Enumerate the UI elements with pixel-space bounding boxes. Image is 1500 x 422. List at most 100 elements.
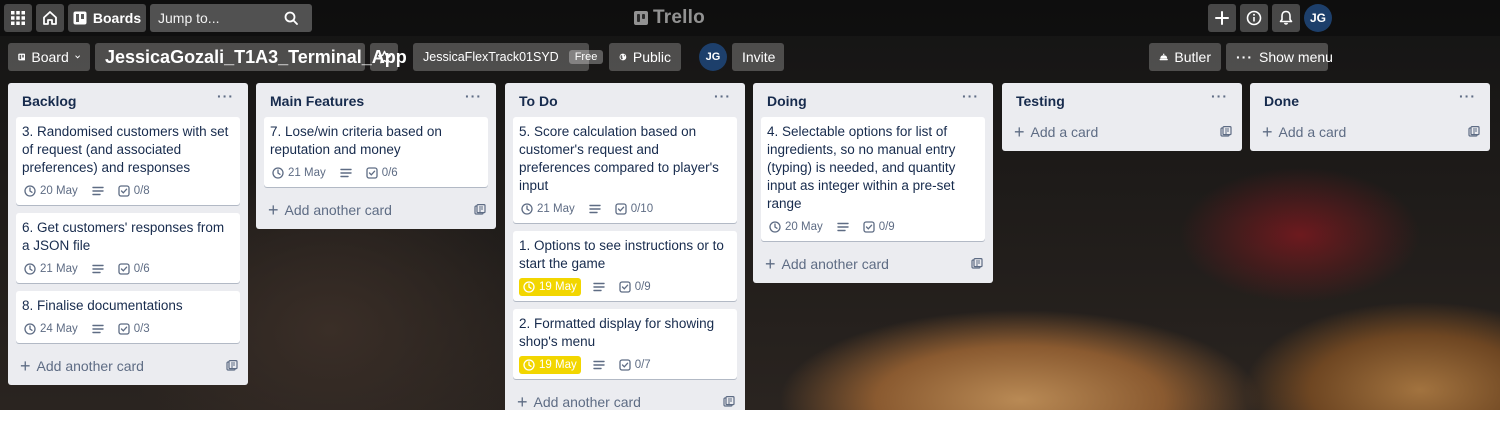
due-date-badge[interactable]: 19 May bbox=[519, 356, 581, 374]
checklist-badge: 0/8 bbox=[116, 182, 152, 200]
card-badges: 19 May 0/9 bbox=[519, 277, 731, 297]
due-date: 19 May bbox=[539, 281, 577, 293]
list-to-do[interactable]: To Do ··· 5. Score calculation based on cu… bbox=[505, 83, 745, 410]
list-main-features[interactable]: Main Features ··· 7. Lose/win criteria bas… bbox=[256, 83, 496, 229]
trello-logo[interactable]: Trello bbox=[634, 7, 705, 29]
more-dots-icon: ··· bbox=[1236, 49, 1253, 65]
due-date-badge[interactable]: 21 May bbox=[519, 200, 577, 218]
list-header[interactable]: Done ··· bbox=[1250, 83, 1490, 117]
add-card-button[interactable]: + Add another card bbox=[753, 249, 993, 279]
list-backlog[interactable]: Backlog ··· 3. Randomised customers with s… bbox=[8, 83, 248, 385]
card[interactable]: 8. Finalise documentations 24 May 0/3 bbox=[16, 291, 240, 343]
create-button[interactable] bbox=[1208, 4, 1236, 32]
card-title: 2. Formatted display for showing shop's … bbox=[519, 316, 715, 349]
checklist-icon bbox=[118, 185, 130, 197]
add-card-button[interactable]: + Add another card bbox=[505, 387, 745, 410]
list-menu-icon[interactable]: ··· bbox=[465, 88, 482, 117]
checklist-count: 0/9 bbox=[634, 281, 651, 293]
list-done[interactable]: Done ··· + Add a card bbox=[1250, 83, 1490, 151]
list-menu-icon[interactable]: ··· bbox=[217, 88, 234, 117]
card-template-icon[interactable] bbox=[474, 204, 486, 216]
board-title[interactable]: JessicaGozali_T1A3_Terminal_App bbox=[95, 43, 407, 71]
home-icon[interactable] bbox=[36, 4, 64, 32]
top-header: Boards Trello JG bbox=[0, 0, 1500, 36]
card-title: 7. Lose/win criteria based on reputation… bbox=[270, 124, 442, 157]
card-badges: 19 May 0/7 bbox=[519, 355, 731, 375]
card-badges: 21 May 0/6 bbox=[22, 259, 234, 279]
clock-icon bbox=[523, 281, 535, 293]
card[interactable]: 5. Score calculation based on customer's… bbox=[513, 117, 737, 223]
list-menu-icon[interactable]: ··· bbox=[1459, 88, 1476, 117]
checklist-icon bbox=[619, 359, 631, 371]
due-date-badge[interactable]: 19 May bbox=[519, 278, 581, 296]
description-icon bbox=[587, 200, 603, 218]
card-template-icon[interactable] bbox=[971, 258, 983, 270]
board-view-label: Board bbox=[31, 49, 69, 65]
checklist-count: 0/6 bbox=[381, 167, 398, 179]
boards-button[interactable]: Boards bbox=[68, 4, 146, 32]
star-icon bbox=[377, 50, 391, 63]
show-menu-button[interactable]: ··· Show menu bbox=[1226, 43, 1333, 71]
list-title[interactable]: Backlog bbox=[22, 93, 76, 117]
search-icon[interactable] bbox=[284, 11, 298, 25]
due-date-badge[interactable]: 20 May bbox=[22, 182, 80, 200]
list-title[interactable]: Testing bbox=[1016, 93, 1065, 117]
user-avatar[interactable]: JG bbox=[1304, 4, 1332, 32]
checklist-count: 0/6 bbox=[133, 263, 150, 275]
list-header[interactable]: Backlog ··· bbox=[8, 83, 248, 117]
visibility-button[interactable]: Public bbox=[609, 43, 681, 71]
list-title[interactable]: To Do bbox=[519, 93, 558, 117]
add-card-button[interactable]: + Add another card bbox=[256, 195, 496, 225]
due-date-badge[interactable]: 21 May bbox=[22, 260, 80, 278]
search-box[interactable] bbox=[150, 4, 312, 32]
card[interactable]: 2. Formatted display for showing shop's … bbox=[513, 309, 737, 379]
list-title[interactable]: Main Features bbox=[270, 93, 364, 117]
apps-menu-icon[interactable] bbox=[4, 4, 32, 32]
list-header[interactable]: Main Features ··· bbox=[256, 83, 496, 117]
plus-icon: + bbox=[20, 356, 31, 376]
card[interactable]: 4. Selectable options for list of ingred… bbox=[761, 117, 985, 241]
list-header[interactable]: To Do ··· bbox=[505, 83, 745, 117]
checklist-badge: 0/10 bbox=[613, 200, 655, 218]
board-canvas: Boards Trello JG Board JessicaGozali_T1A… bbox=[0, 0, 1500, 410]
due-date-badge[interactable]: 20 May bbox=[767, 218, 825, 236]
list-header[interactable]: Testing ··· bbox=[1002, 83, 1242, 117]
add-card-button[interactable]: + Add another card bbox=[8, 351, 248, 381]
board-view-switcher[interactable]: Board bbox=[8, 43, 90, 71]
list-testing[interactable]: Testing ··· + Add a card bbox=[1002, 83, 1242, 151]
card-template-icon[interactable] bbox=[226, 360, 238, 372]
bell-icon bbox=[1279, 10, 1293, 25]
checklist-count: 0/9 bbox=[878, 221, 895, 233]
list-doing[interactable]: Doing ··· 4. Selectable options for list o… bbox=[753, 83, 993, 283]
workspace-button[interactable]: JessicaFlexTrack01SYD Free bbox=[413, 43, 604, 71]
due-date-badge[interactable]: 24 May bbox=[22, 320, 80, 338]
plus-icon bbox=[1215, 11, 1229, 25]
card[interactable]: 1. Options to see instructions or to sta… bbox=[513, 231, 737, 301]
board-member-avatar[interactable]: JG bbox=[699, 43, 727, 71]
card[interactable]: 7. Lose/win criteria based on reputation… bbox=[264, 117, 488, 187]
card-template-icon[interactable] bbox=[1220, 126, 1232, 138]
star-button[interactable] bbox=[370, 43, 398, 71]
add-card-button[interactable]: + Add a card bbox=[1250, 117, 1490, 147]
notifications-button[interactable] bbox=[1272, 4, 1300, 32]
card-title: 6. Get customers' responses from a JSON … bbox=[22, 220, 225, 253]
add-card-button[interactable]: + Add a card bbox=[1002, 117, 1242, 147]
card[interactable]: 3. Randomised customers with set of requ… bbox=[16, 117, 240, 205]
due-date-badge[interactable]: 21 May bbox=[270, 164, 328, 182]
add-card-label: Add another card bbox=[533, 394, 641, 410]
list-menu-icon[interactable]: ··· bbox=[714, 88, 731, 117]
list-menu-icon[interactable]: ··· bbox=[1211, 88, 1228, 117]
add-card-label: Add a card bbox=[1278, 124, 1347, 140]
invite-button[interactable]: Invite bbox=[732, 43, 784, 71]
list-header[interactable]: Doing ··· bbox=[753, 83, 993, 117]
list-title[interactable]: Done bbox=[1264, 93, 1299, 117]
butler-button[interactable]: Butler bbox=[1149, 43, 1221, 71]
list-menu-icon[interactable]: ··· bbox=[962, 88, 979, 117]
list-title[interactable]: Doing bbox=[767, 93, 807, 117]
card-template-icon[interactable] bbox=[1468, 126, 1480, 138]
search-input[interactable] bbox=[158, 10, 284, 26]
card[interactable]: 6. Get customers' responses from a JSON … bbox=[16, 213, 240, 283]
info-button[interactable] bbox=[1240, 4, 1268, 32]
card-template-icon[interactable] bbox=[723, 396, 735, 408]
description-icon bbox=[90, 182, 106, 200]
